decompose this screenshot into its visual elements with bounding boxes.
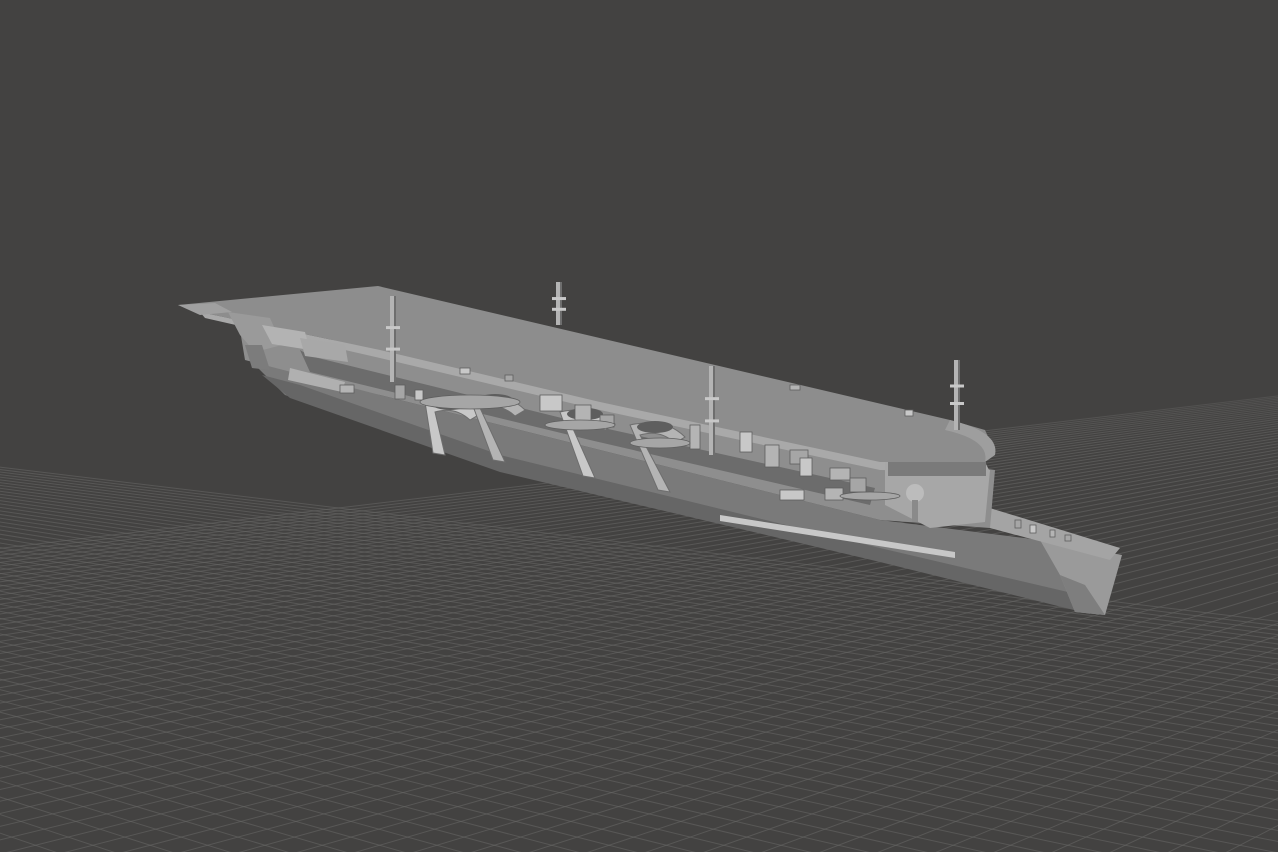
sponson — [419, 394, 521, 410]
funnel-cap — [637, 421, 673, 433]
deck-fitting — [339, 384, 355, 394]
mast-yard — [386, 326, 400, 330]
mast-yard — [705, 419, 719, 423]
deck-fitting — [1029, 524, 1037, 534]
deck-fitting — [394, 384, 406, 400]
mast-yard — [552, 297, 566, 301]
mast-shadow — [713, 366, 715, 455]
deck-fitting — [1014, 519, 1022, 529]
mast-yard — [950, 402, 964, 405]
deck-fitting — [689, 424, 701, 450]
sponson — [629, 437, 691, 449]
deck-fitting — [1064, 534, 1072, 542]
mast-yard — [950, 384, 964, 388]
bridge-turret-barrel — [912, 500, 918, 522]
bridge-window-row — [888, 462, 986, 476]
deck-fitting — [764, 444, 780, 468]
mast-shadow — [958, 360, 960, 430]
deck-fitting — [414, 389, 424, 401]
deck-fitting — [1049, 529, 1056, 538]
deck-fitting — [739, 431, 753, 453]
deck-fitting — [539, 394, 563, 412]
mast-yard — [552, 307, 566, 311]
mast-shadow — [394, 296, 396, 382]
sponson — [839, 491, 901, 501]
deck-fitting — [904, 409, 914, 417]
deck-fitting — [459, 367, 471, 375]
sponson — [544, 419, 616, 431]
mast-yard — [386, 347, 400, 351]
deck-fitting — [849, 477, 867, 493]
deck-fitting — [799, 457, 813, 477]
deck-fitting — [779, 489, 805, 501]
deck-fitting — [789, 384, 801, 391]
mast-yard — [705, 397, 719, 401]
deck-fitting — [829, 467, 851, 481]
deck-fitting — [824, 487, 844, 501]
deck-fitting — [504, 374, 514, 382]
3d-viewport[interactable] — [0, 0, 1278, 852]
bridge-turret — [906, 484, 924, 502]
mast-shadow — [560, 282, 562, 325]
viewport-scene[interactable] — [0, 0, 1278, 852]
